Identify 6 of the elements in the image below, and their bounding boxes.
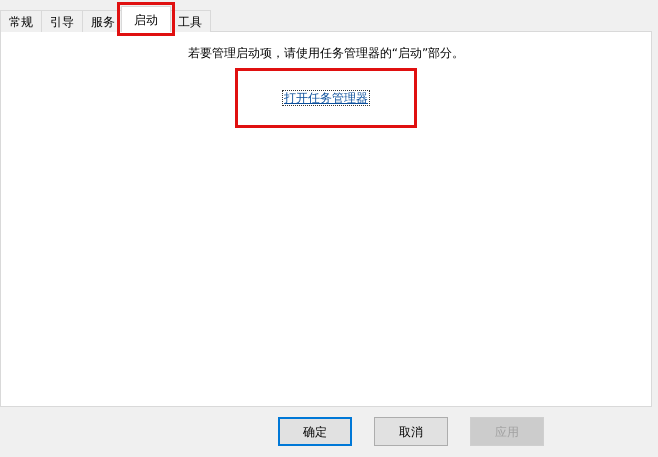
instruction-text: 若要管理启动项，请使用任务管理器的“启动”部分。	[188, 45, 464, 62]
cancel-button[interactable]: 取消	[374, 417, 448, 446]
tab[interactable]: 引导	[41, 10, 83, 32]
ok-button[interactable]: 确定	[278, 417, 352, 446]
task-manager-link[interactable]: 打开任务管理器	[282, 90, 370, 106]
tab[interactable]: 常规	[0, 10, 42, 32]
